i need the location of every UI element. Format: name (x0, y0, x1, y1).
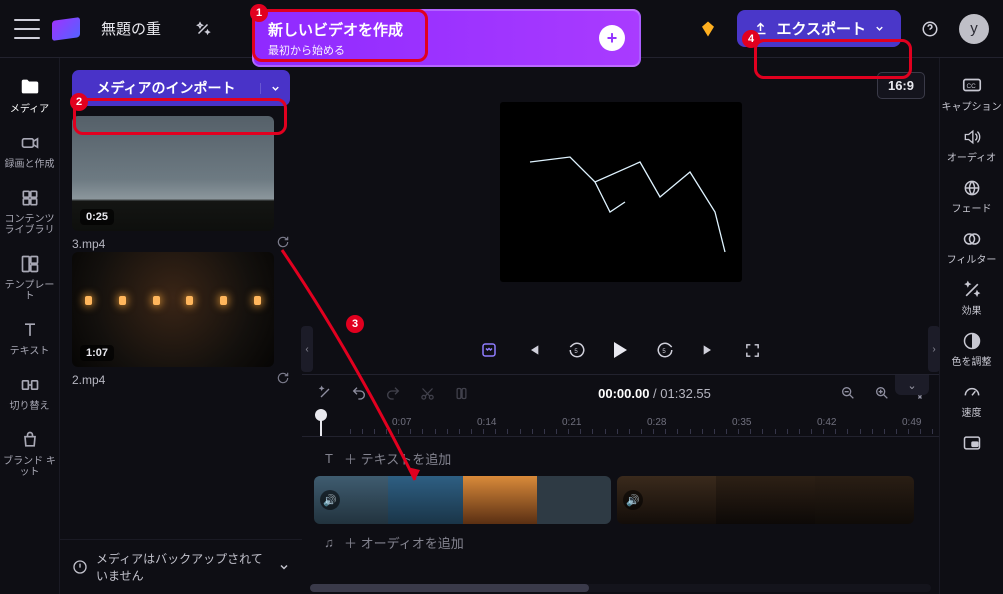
annotation-arrow-3 (0, 0, 1003, 594)
annotation-badge-3: 3 (346, 315, 364, 333)
